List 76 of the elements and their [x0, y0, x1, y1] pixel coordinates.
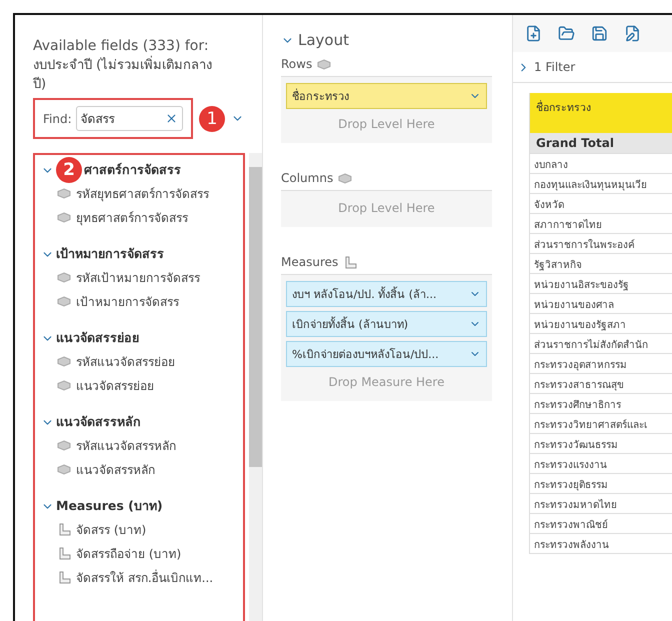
table-cell: กระทรวงมหาดไทย	[530, 494, 672, 514]
cube-icon	[57, 440, 71, 450]
table-cell: หน่วยงานอิสระของรัฐ	[530, 274, 672, 294]
callout-badge: 1	[199, 106, 225, 132]
field-item[interactable]: จัดสรร (บาท)	[41, 517, 238, 541]
field-item[interactable]: รหัสเป้าหมายการจัดสรร	[41, 265, 238, 289]
cube-icon	[57, 212, 71, 222]
table-cell: รัฐวิสาหกิจ	[530, 254, 672, 274]
scrollbar[interactable]	[249, 153, 262, 621]
ruler-icon	[57, 522, 71, 536]
callout-badge: 2	[56, 157, 82, 183]
table-cell: กระทรวงยุติธรรม	[530, 474, 672, 494]
field-group[interactable]: ศาสตร์การจัดสรร	[84, 160, 181, 180]
edit-file-icon[interactable]	[624, 25, 641, 42]
table-cell: กระทรวงวัฒนธรรม	[530, 434, 672, 454]
table-cell: กระทรวงสาธารณสุข	[530, 374, 672, 394]
folder-icon[interactable]	[558, 25, 575, 42]
clear-icon[interactable]	[165, 112, 178, 125]
grand-total-cell: Grand Total	[530, 133, 672, 154]
field-group[interactable]: แนวจัดสรรหลัก	[56, 412, 141, 432]
table-cell: หน่วยงานของศาล	[530, 294, 672, 314]
field-item[interactable]: ยุทธศาสตร์การจัดสรร	[41, 205, 238, 229]
table-cell: กระทรวงวิทยาศาสตร์และเ	[530, 414, 672, 434]
cube-icon	[57, 464, 71, 474]
new-file-icon[interactable]	[525, 25, 542, 42]
filter-toggle[interactable]: 1 Filter	[534, 60, 576, 74]
find-field[interactable]: จัดสรร	[76, 106, 183, 131]
table-cell: กระทรวงพลังงาน	[530, 534, 672, 554]
field-item[interactable]: แนวจัดสรรย่อย	[41, 373, 238, 397]
ruler-icon	[57, 570, 71, 584]
field-group[interactable]: Measures (บาท)	[56, 496, 163, 516]
find-label: Find:	[43, 112, 72, 126]
layout-title: Layout	[298, 31, 349, 49]
field-group[interactable]: เป้าหมายการจัดสรร	[56, 244, 164, 264]
table-cell: กองทุนและเงินทุนหมุนเวีย	[530, 174, 672, 194]
cube-icon	[317, 58, 332, 70]
field-item[interactable]: รหัสแนวจัดสรรหลัก	[41, 433, 238, 457]
table-cell: กระทรวงแรงงาน	[530, 454, 672, 474]
field-group[interactable]: แนวจัดสรรย่อย	[56, 328, 139, 348]
ruler-icon	[57, 546, 71, 560]
drop-hint: Drop Measure Here	[328, 374, 446, 391]
section-label: Columns	[281, 171, 334, 185]
drop-hint: Drop Level Here	[337, 200, 436, 217]
panel-title: Available fields (333) for:	[33, 37, 210, 56]
cube-icon	[57, 296, 71, 306]
section-label: Rows	[281, 57, 312, 71]
field-chip[interactable]: เบิกจ่ายทั้งสิ้น (ล้านบาท)	[286, 311, 487, 337]
field-item[interactable]: จัดสรรให้ สรก.อื่นเบิกแท...	[41, 565, 238, 589]
cube-icon	[57, 272, 71, 282]
table-cell: กระทรวงศึกษาธิการ	[530, 394, 672, 414]
field-item[interactable]: จัดสรรถือจ่าย (บาท)	[41, 541, 238, 565]
cube-name: งบประจำปี (ไม่รวมเพิ่มเติมกลางปี)	[33, 56, 213, 94]
field-item[interactable]: รหัสยุทธศาสตร์การจัดสรร	[41, 181, 238, 205]
table-cell: ส่วนราชการไม่สังกัดสำนัก	[530, 334, 672, 354]
cube-icon	[57, 356, 71, 366]
table-cell: หน่วยงานของรัฐสภา	[530, 314, 672, 334]
table-cell: จังหวัด	[530, 194, 672, 214]
table-cell: ส่วนราชการในพระองค์	[530, 234, 672, 254]
field-item[interactable]: เป้าหมายการจัดสรร	[41, 289, 238, 313]
table-cell: กระทรวงอุตสาหกรรม	[530, 354, 672, 374]
column-header[interactable]: ชื่อกระทรวง	[530, 93, 672, 133]
section-label: Measures	[281, 255, 338, 269]
field-chip[interactable]: %เบิกจ่ายต่องบฯหลังโอน/ปป...	[286, 341, 487, 367]
cube-icon	[57, 188, 71, 198]
field-item[interactable]: รหัสแนวจัดสรรย่อย	[41, 349, 238, 373]
cube-icon	[57, 380, 71, 390]
field-chip[interactable]: ชื่อกระทรวง	[286, 83, 487, 109]
cube-icon	[338, 172, 352, 184]
drop-hint: Drop Level Here	[337, 116, 436, 133]
table-cell: กระทรวงพาณิชย์	[530, 514, 672, 534]
field-item[interactable]: แนวจัดสรรหลัก	[41, 457, 238, 481]
table-cell: งบกลาง	[530, 154, 672, 174]
field-chip[interactable]: งบฯ หลังโอน/ปป. ทั้งสิ้น (ล้า...	[286, 281, 487, 307]
ruler-icon	[343, 256, 358, 268]
table-cell: สภากาชาดไทย	[530, 214, 672, 234]
save-icon[interactable]	[591, 25, 608, 42]
